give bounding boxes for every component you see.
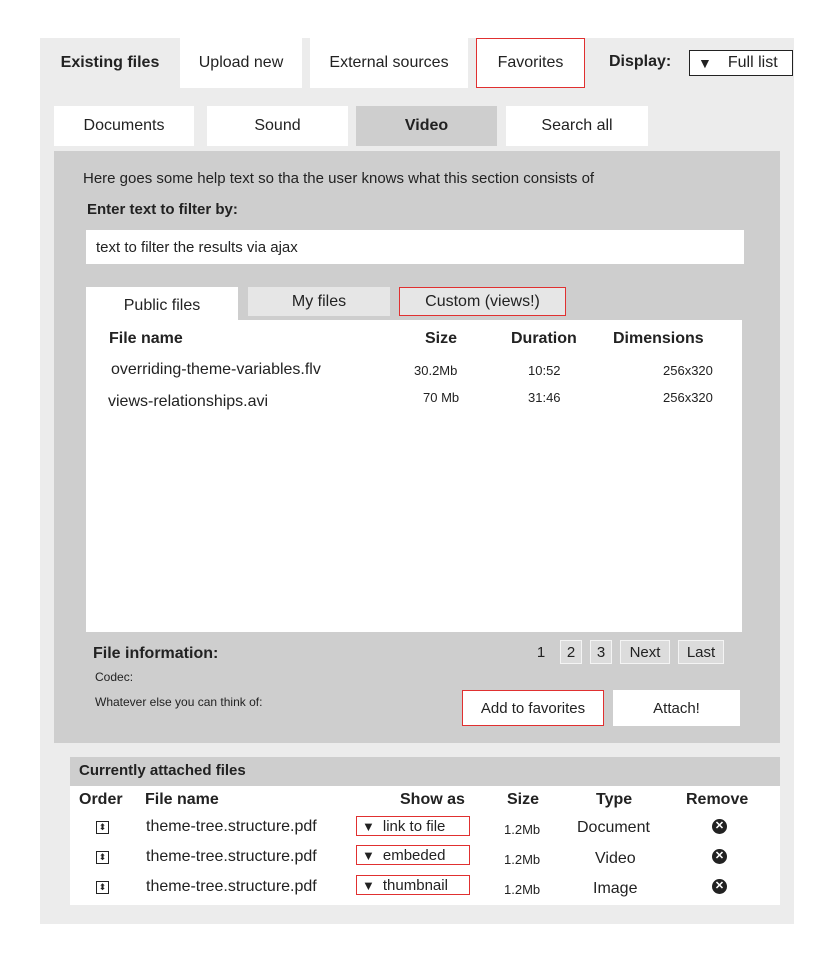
tab-public-files[interactable]: Public files	[86, 287, 238, 321]
remove-circle-icon[interactable]: ✕	[712, 819, 727, 834]
attached-size: 1.2Mb	[504, 822, 541, 837]
file-information-title: File information:	[93, 645, 219, 662]
filter-label: Enter text to filter by:	[87, 201, 238, 218]
column-header-file-name: File name	[145, 791, 219, 808]
remove-circle-icon[interactable]: ✕	[712, 849, 727, 864]
help-text: Here goes some help text so tha the user…	[83, 170, 595, 187]
column-header-file-name[interactable]: File name	[109, 330, 183, 348]
show-as-select[interactable]: ▼ thumbnail	[356, 875, 470, 895]
tab-sound[interactable]: Sound	[207, 106, 348, 146]
reorder-handle-icon[interactable]: ⬍	[96, 821, 109, 834]
remove-circle-icon[interactable]: ✕	[712, 879, 727, 894]
dropdown-arrow-icon: ▼	[362, 847, 375, 863]
tab-favorites[interactable]: Favorites	[476, 38, 585, 88]
tab-search-all[interactable]: Search all	[506, 106, 648, 146]
show-as-select[interactable]: ▼ embeded	[356, 845, 470, 865]
show-as-value: embeded	[382, 846, 446, 864]
reorder-handle-icon[interactable]: ⬍	[96, 881, 109, 894]
add-to-favorites-button[interactable]: Add to favorites	[462, 690, 604, 726]
show-as-select[interactable]: ▼ link to file	[356, 816, 470, 836]
file-name-cell: overriding-theme-variables.flv	[111, 361, 321, 378]
column-header-size: Size	[507, 791, 540, 808]
column-header-size[interactable]: Size	[425, 330, 457, 348]
tab-upload-new[interactable]: Upload new	[180, 38, 302, 88]
column-header-duration[interactable]: Duration	[511, 330, 577, 348]
attached-file-name: theme-tree.structure.pdf	[146, 878, 317, 895]
display-select[interactable]: ▼ Full list	[689, 50, 793, 76]
attached-file-name: theme-tree.structure.pdf	[146, 818, 317, 835]
page-1[interactable]: 1	[532, 640, 550, 664]
reorder-handle-icon[interactable]: ⬍	[96, 851, 109, 864]
file-duration-cell: 10:52	[528, 363, 561, 378]
display-label: Display:	[609, 53, 672, 70]
filter-input[interactable]	[86, 230, 744, 264]
file-name-cell: views-relationships.avi	[108, 393, 269, 410]
column-header-remove: Remove	[686, 791, 749, 808]
tab-existing-files[interactable]: Existing files	[40, 38, 180, 88]
page-2[interactable]: 2	[560, 640, 582, 664]
dropdown-arrow-icon: ▼	[362, 877, 375, 893]
dropdown-arrow-icon: ▼	[698, 55, 712, 71]
attached-type: Video	[595, 850, 636, 867]
attach-button[interactable]: Attach!	[613, 690, 740, 726]
file-size-cell: 70 Mb	[423, 390, 460, 405]
show-as-value: link to file	[382, 817, 446, 835]
show-as-value: thumbnail	[382, 876, 448, 894]
page-next[interactable]: Next	[620, 640, 670, 664]
column-header-type: Type	[596, 791, 633, 808]
attached-files-title: Currently attached files	[79, 762, 246, 779]
other-info-label: Whatever else you can think of:	[95, 695, 263, 709]
attached-file-name: theme-tree.structure.pdf	[146, 848, 317, 865]
tab-my-files[interactable]: My files	[248, 287, 390, 316]
tab-documents[interactable]: Documents	[54, 106, 194, 146]
tab-custom-views[interactable]: Custom (views!)	[399, 287, 566, 316]
column-header-dimensions[interactable]: Dimensions	[613, 330, 704, 348]
page-last[interactable]: Last	[678, 640, 724, 664]
attached-size: 1.2Mb	[504, 852, 541, 867]
attached-size: 1.2Mb	[504, 882, 541, 897]
attached-type: Document	[577, 819, 650, 836]
tab-video[interactable]: Video	[356, 106, 497, 146]
column-header-order: Order	[79, 791, 123, 808]
file-duration-cell: 31:46	[528, 390, 561, 405]
display-select-value: Full list	[727, 54, 778, 71]
file-dimensions-cell: 256x320	[663, 390, 713, 405]
attached-type: Image	[593, 880, 638, 897]
column-header-show-as: Show as	[400, 791, 465, 808]
codec-label: Codec:	[95, 670, 134, 684]
dropdown-arrow-icon: ▼	[362, 818, 375, 834]
file-size-cell: 30.2Mb	[414, 363, 458, 378]
tab-external-sources[interactable]: External sources	[310, 38, 468, 88]
page-3[interactable]: 3	[590, 640, 612, 664]
file-dimensions-cell: 256x320	[663, 363, 713, 378]
